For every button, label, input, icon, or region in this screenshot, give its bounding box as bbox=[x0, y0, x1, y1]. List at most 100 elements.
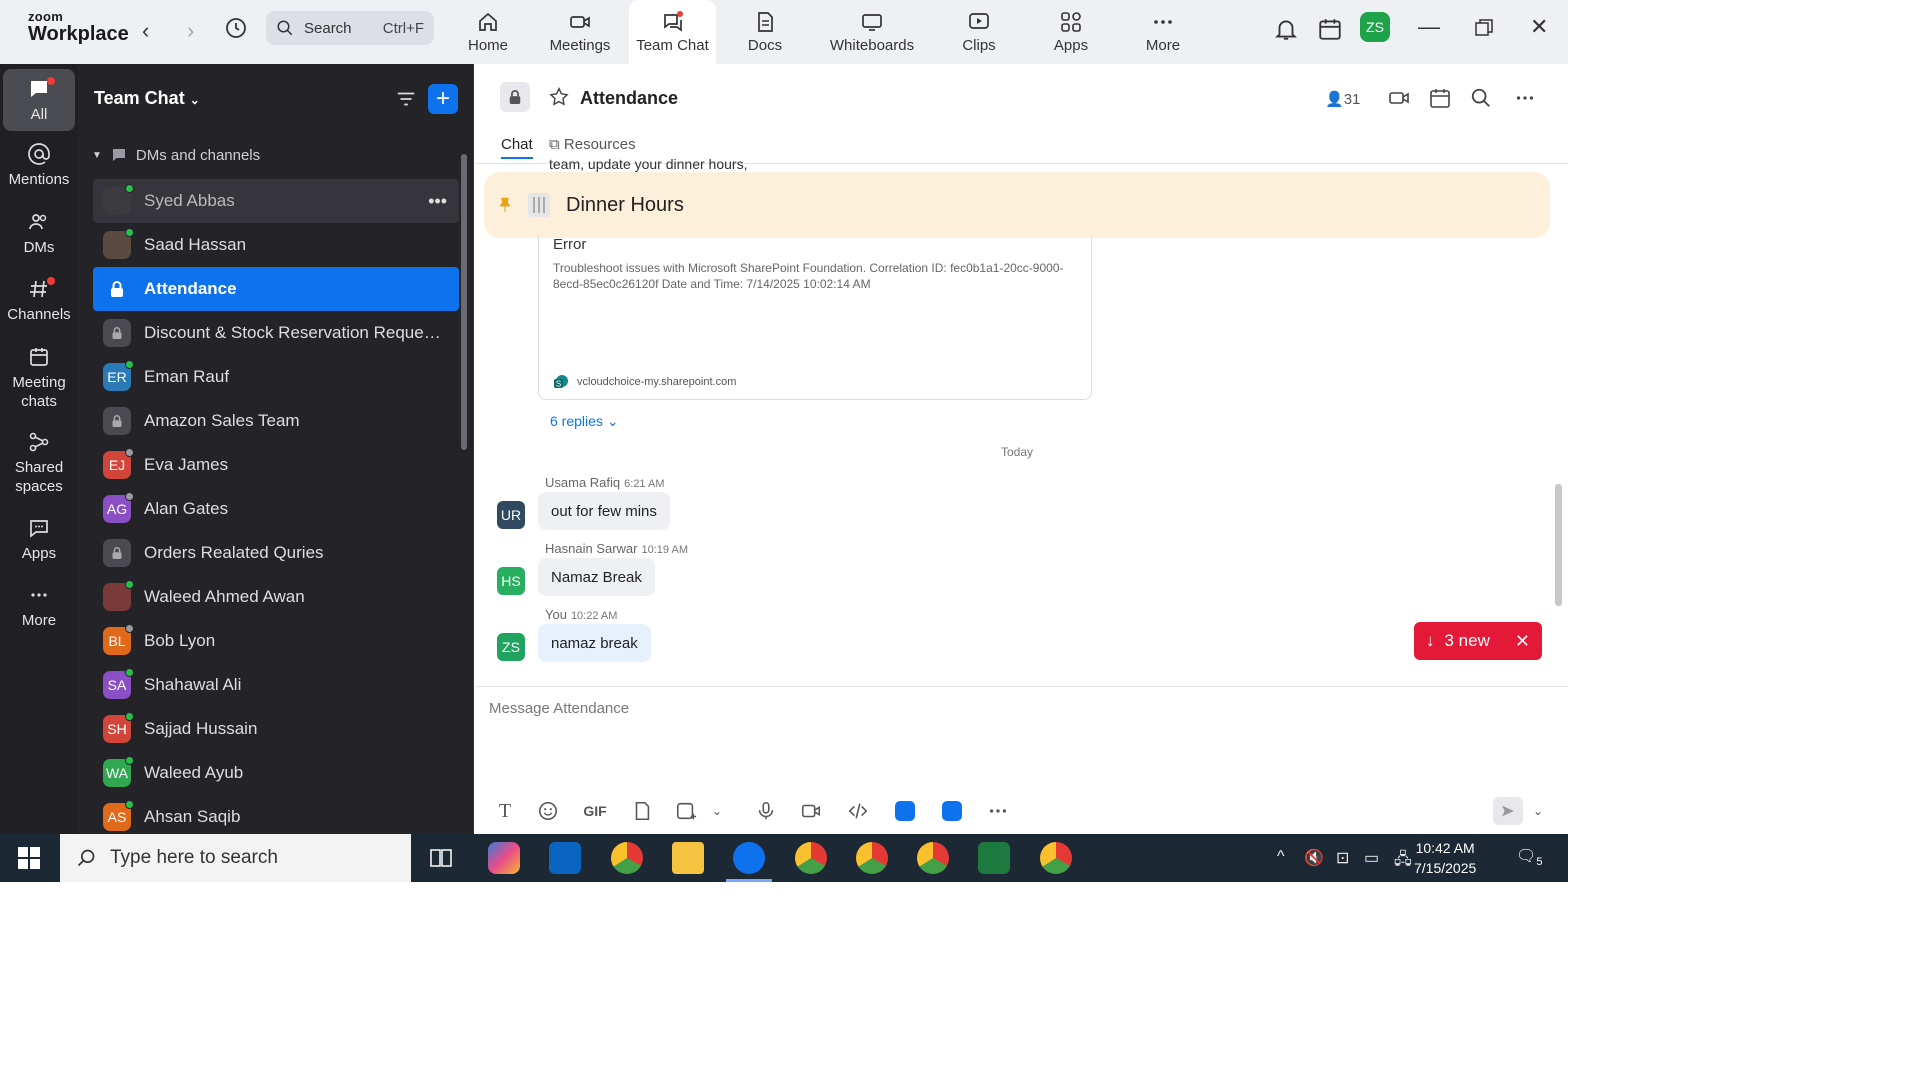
volume-muted-icon[interactable]: 🔇 bbox=[1304, 848, 1324, 868]
calendar-icon[interactable] bbox=[1428, 86, 1452, 110]
chat-item-bob-lyon[interactable]: BL Bob Lyon bbox=[93, 619, 459, 663]
new-chat-button[interactable]: + bbox=[428, 84, 458, 114]
rail-apps[interactable]: Apps bbox=[3, 516, 75, 563]
chrome-icon[interactable] bbox=[1040, 842, 1072, 874]
bell-icon[interactable] bbox=[1273, 16, 1299, 42]
close-window-icon[interactable]: ✕ bbox=[1530, 14, 1548, 40]
tab-clips[interactable]: Clips bbox=[956, 0, 1002, 64]
sender-name[interactable]: Usama Rafiq bbox=[545, 475, 620, 490]
rail-all[interactable]: All bbox=[3, 69, 75, 131]
taskbar-clock[interactable]: 10:42 AM 7/15/2025 bbox=[1414, 838, 1476, 878]
chevron-down-icon[interactable]: ⌄ bbox=[1531, 799, 1545, 823]
microphone-icon[interactable] bbox=[755, 799, 777, 823]
user-avatar[interactable]: ZS bbox=[1360, 12, 1390, 42]
tab-team-chat[interactable]: Team Chat bbox=[629, 0, 716, 64]
more-options-icon[interactable]: ••• bbox=[428, 191, 447, 212]
search-icon[interactable] bbox=[1470, 87, 1492, 109]
rail-more[interactable]: More bbox=[3, 583, 75, 630]
chat-list-scrollbar[interactable] bbox=[461, 154, 467, 450]
more-dots-icon[interactable] bbox=[987, 799, 1009, 823]
chrome-icon[interactable] bbox=[795, 842, 827, 874]
zoom-taskbar-icon[interactable] bbox=[733, 842, 765, 874]
chat-item-saad-hassan[interactable]: Saad Hassan bbox=[93, 223, 459, 267]
video-camera-icon[interactable] bbox=[1387, 86, 1411, 110]
emoji-icon[interactable] bbox=[537, 799, 559, 823]
chat-item-discount-stock[interactable]: Discount & Stock Reservation Requests O.… bbox=[93, 311, 459, 355]
more-options-icon[interactable] bbox=[1513, 87, 1537, 109]
chat-item-orders-queries[interactable]: Orders Realated Quries bbox=[93, 531, 459, 575]
rail-shared-spaces[interactable]: Shared spaces bbox=[3, 430, 75, 496]
chat-title[interactable]: Attendance bbox=[580, 88, 678, 109]
tab-apps[interactable]: Apps bbox=[1048, 0, 1094, 64]
gif-button[interactable]: GIF bbox=[583, 799, 607, 823]
message-input[interactable] bbox=[489, 697, 1529, 719]
message-bubble[interactable]: out for few mins bbox=[538, 492, 670, 530]
zoom-app-icon[interactable] bbox=[942, 801, 962, 821]
chat-item-eva-james[interactable]: EJ Eva James bbox=[93, 443, 459, 487]
avatar[interactable]: HS bbox=[497, 567, 525, 595]
chat-item-alan-gates[interactable]: AG Alan Gates bbox=[93, 487, 459, 531]
avatar[interactable]: UR bbox=[497, 501, 525, 529]
calendar-icon[interactable] bbox=[1317, 16, 1343, 42]
search-box[interactable]: Search Ctrl+F bbox=[266, 11, 434, 45]
app-shortcut-icon[interactable] bbox=[895, 801, 915, 821]
chat-item-ahsan-saqib[interactable]: AS Ahsan Saqib bbox=[93, 795, 459, 839]
chat-item-attendance[interactable]: Attendance bbox=[93, 267, 459, 311]
code-icon[interactable] bbox=[847, 799, 869, 823]
outlook-icon[interactable] bbox=[549, 842, 581, 874]
task-view-icon[interactable] bbox=[430, 848, 452, 868]
sender-name[interactable]: Hasnain Sarwar bbox=[545, 541, 638, 556]
chevron-up-icon[interactable]: ^ bbox=[1277, 848, 1285, 866]
chat-item-amazon-sales-team[interactable]: Amazon Sales Team bbox=[93, 399, 459, 443]
star-icon[interactable] bbox=[548, 86, 570, 108]
text-format-icon[interactable]: T bbox=[493, 799, 517, 823]
forward-arrow-icon[interactable]: › bbox=[187, 18, 194, 44]
minimize-icon[interactable]: — bbox=[1418, 14, 1440, 40]
tab-meetings[interactable]: Meetings bbox=[545, 0, 615, 64]
tab-home[interactable]: Home bbox=[457, 0, 519, 64]
filter-icon[interactable] bbox=[395, 88, 417, 110]
back-arrow-icon[interactable]: ‹ bbox=[142, 18, 149, 44]
battery-icon[interactable]: ▭ bbox=[1364, 848, 1379, 868]
chat-item-sajjad-hussain[interactable]: SH Sajjad Hussain bbox=[93, 707, 459, 751]
chat-item-syed-abbas[interactable]: Syed Abbas ••• bbox=[93, 179, 459, 223]
tab-more[interactable]: More bbox=[1140, 0, 1186, 64]
chrome-icon[interactable] bbox=[611, 842, 643, 874]
member-count[interactable]: 👤31 bbox=[1325, 90, 1360, 108]
message-bubble[interactable]: Namaz Break bbox=[538, 558, 655, 596]
windows-start-icon[interactable] bbox=[18, 847, 40, 869]
copilot-icon[interactable] bbox=[488, 842, 520, 874]
close-icon[interactable]: ✕ bbox=[1515, 631, 1530, 652]
message-bubble[interactable]: namaz break bbox=[538, 624, 651, 662]
restore-icon[interactable] bbox=[1474, 18, 1494, 38]
video-message-icon[interactable] bbox=[800, 799, 822, 823]
chrome-icon[interactable] bbox=[917, 842, 949, 874]
chevron-down-icon[interactable]: ⌄ bbox=[709, 799, 725, 823]
file-icon[interactable] bbox=[631, 799, 653, 823]
new-messages-button[interactable]: ↓ 3 new ✕ bbox=[1414, 622, 1542, 660]
tab-docs[interactable]: Docs bbox=[740, 0, 790, 64]
chat-item-waleed-ahmed-awan[interactable]: Waleed Ahmed Awan bbox=[93, 575, 459, 619]
history-icon[interactable] bbox=[224, 16, 248, 40]
excel-icon[interactable] bbox=[978, 842, 1010, 874]
rail-mentions[interactable]: Mentions bbox=[3, 142, 75, 189]
network-icon[interactable]: 🖧 bbox=[1394, 848, 1412, 875]
tab-whiteboards[interactable]: Whiteboards bbox=[826, 0, 918, 64]
panel-title[interactable]: Team Chat ⌄ bbox=[94, 88, 200, 109]
chat-item-shahawal-ali[interactable]: SA Shahawal Ali bbox=[93, 663, 459, 707]
rail-channels[interactable]: Channels bbox=[3, 277, 75, 324]
tab-chat[interactable]: Chat bbox=[501, 136, 533, 159]
replies-link[interactable]: 6 replies ⌄ bbox=[550, 413, 619, 430]
meet-now-icon[interactable]: ⊡ bbox=[1336, 848, 1349, 868]
section-header[interactable]: ▼ DMs and channels bbox=[92, 146, 260, 164]
taskbar-search[interactable]: Type here to search bbox=[60, 834, 411, 882]
pinned-message-banner[interactable]: Dinner Hours bbox=[484, 172, 1550, 238]
link-preview-card[interactable]: Error Troubleshoot issues with Microsoft… bbox=[538, 236, 1092, 400]
send-button[interactable] bbox=[1493, 797, 1523, 825]
avatar[interactable]: ZS bbox=[497, 633, 525, 661]
tab-resources[interactable]: ⧉ Resources bbox=[549, 136, 636, 153]
chrome-icon[interactable] bbox=[856, 842, 888, 874]
chat-item-eman-rauf[interactable]: ER Eman Rauf bbox=[93, 355, 459, 399]
chat-scrollbar[interactable] bbox=[1555, 484, 1562, 606]
notifications-icon[interactable]: 🗨5 bbox=[1516, 846, 1542, 868]
